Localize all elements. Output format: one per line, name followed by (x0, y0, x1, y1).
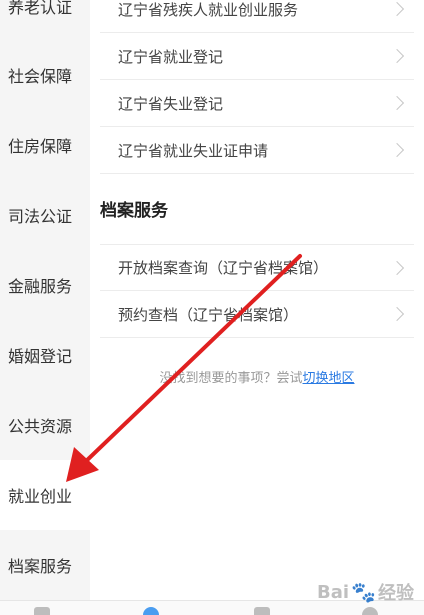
list-item-label: 辽宁省就业失业证申请 (118, 141, 269, 160)
sidebar-item-housing[interactable]: 住房保障 (0, 110, 90, 180)
message-tab-icon[interactable] (254, 607, 270, 615)
list-item-label: 开放档案查询（辽宁省档案馆） (118, 259, 329, 277)
sidebar-item-label: 司法公证 (8, 207, 73, 226)
sidebar-item-label: 公共资源 (8, 417, 73, 436)
watermark-text-right: 经验 (378, 583, 414, 604)
sidebar-item-label: 住房保障 (8, 137, 73, 156)
sidebar-item-marriage[interactable]: 婚姻登记 (0, 320, 90, 390)
sidebar-item-employment[interactable]: 就业创业 (0, 460, 90, 530)
list-item-label: 预约查档（辽宁省档案馆） (118, 305, 299, 324)
sidebar-item-elderly-auth[interactable]: 养老认证 (0, 0, 90, 40)
service-list: 辽宁省残疾人就业创业服务 辽宁省就业登记 辽宁省失业登记 辽宁省就业失业证申请 … (90, 0, 424, 600)
service-tab-icon[interactable] (143, 607, 159, 615)
list-item-label: 辽宁省就业登记 (118, 47, 224, 66)
sidebar-item-label: 就业创业 (8, 487, 73, 506)
chevron-right-icon (389, 306, 405, 322)
sidebar-item-archives[interactable]: 档案服务 (0, 530, 90, 600)
list-item-label: 辽宁省残疾人就业创业服务 (118, 0, 299, 19)
not-found-hint: 没找到想要的事项？尝试切换地区 (90, 367, 424, 386)
hint-text: 没找到想要的事项？尝试 (159, 371, 303, 386)
paw-icon: 🐾 (351, 580, 376, 604)
sidebar-item-label: 婚姻登记 (8, 347, 73, 366)
chevron-right-icon (389, 48, 405, 64)
list-item-employment-registration[interactable]: 辽宁省就业登记 (100, 33, 414, 80)
switch-region-link[interactable]: 切换地区 (303, 371, 355, 386)
list-item-label: 辽宁省失业登记 (118, 94, 224, 113)
sidebar-item-label: 养老认证 (8, 0, 73, 17)
sidebar-item-public-resources[interactable]: 公共资源 (0, 390, 90, 460)
chevron-right-icon (389, 260, 405, 275)
home-tab-icon[interactable] (34, 607, 50, 615)
list-item-appointment-archives[interactable]: 预约查档（辽宁省档案馆） (100, 291, 414, 338)
category-sidebar: 养老认证 社会保障 住房保障 司法公证 金融服务 婚姻登记 公共资源 就业创业 … (0, 0, 90, 600)
chevron-right-icon (389, 142, 405, 158)
chevron-right-icon (389, 95, 405, 111)
list-item-disabled-employment[interactable]: 辽宁省残疾人就业创业服务 (100, 0, 414, 33)
watermark-text-left: Bai (317, 581, 350, 603)
list-item-employment-card[interactable]: 辽宁省就业失业证申请 (100, 127, 414, 174)
sidebar-item-label: 档案服务 (8, 557, 73, 576)
list-item-unemployment-registration[interactable]: 辽宁省失业登记 (100, 80, 414, 127)
list-item-open-archives[interactable]: 开放档案查询（辽宁省档案馆） (100, 244, 414, 291)
section-title-archives: 档案服务 (100, 201, 168, 221)
sidebar-item-social-security[interactable]: 社会保障 (0, 40, 90, 110)
sidebar-item-label: 金融服务 (8, 277, 73, 296)
sidebar-item-label: 社会保障 (8, 67, 73, 86)
profile-tab-icon[interactable] (362, 607, 378, 615)
sidebar-item-finance[interactable]: 金融服务 (0, 250, 90, 320)
baidu-watermark: Bai 🐾 经验 (317, 579, 414, 605)
chevron-right-icon (389, 1, 405, 17)
sidebar-item-notary[interactable]: 司法公证 (0, 180, 90, 250)
